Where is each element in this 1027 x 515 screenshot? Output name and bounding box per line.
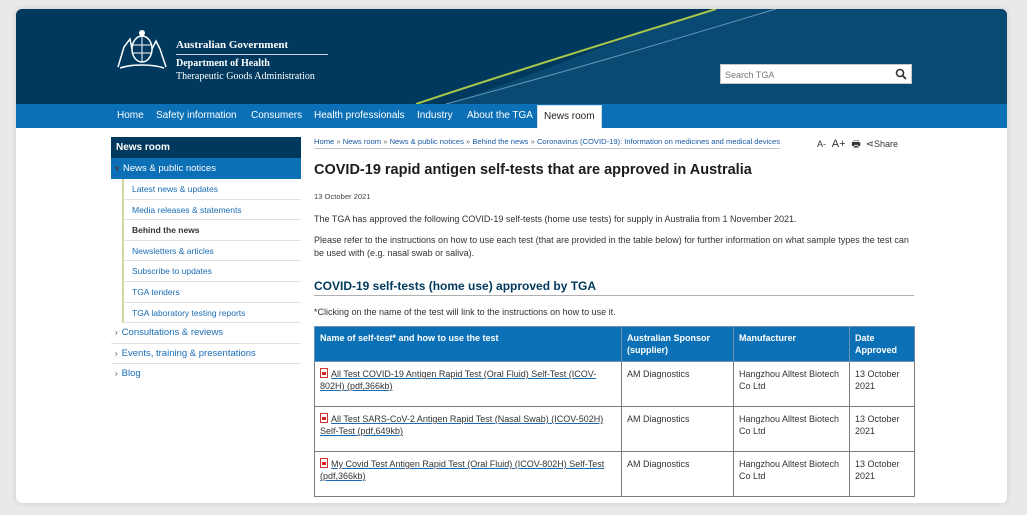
column-header-date: Date Approved	[849, 326, 915, 362]
instructions-paragraph: Please refer to the instructions on how …	[314, 235, 909, 258]
sidebar-subitem-tga-tenders[interactable]: TGA tenders	[122, 281, 301, 303]
breadcrumb: Home » News room » News & public notices…	[314, 137, 781, 149]
pdf-icon	[320, 458, 328, 468]
test-name-cell: My Covid Test Antigen Rapid Test (Oral F…	[314, 451, 622, 497]
decrease-text-button[interactable]: A-	[817, 139, 826, 149]
manufacturer-cell: Hangzhou Alltest Biotech Co Ltd	[733, 451, 850, 497]
sidebar-item-news-public-notices[interactable]: ▾ News & public notices	[111, 158, 301, 179]
search-input[interactable]	[721, 66, 886, 84]
click-note: *Clicking on the name of the test will l…	[314, 307, 616, 317]
date-cell: 13 October 2021	[849, 451, 915, 497]
share-icon[interactable]: ⋖	[866, 139, 874, 150]
sidebar-subitem-media-releases[interactable]: Media releases & statements	[122, 199, 301, 221]
test-instructions-link[interactable]: My Covid Test Antigen Rapid Test (Oral F…	[320, 459, 604, 481]
date-cell: 13 October 2021	[849, 406, 915, 452]
column-header-name: Name of self-test* and how to use the te…	[314, 326, 622, 362]
sponsor-cell: AM Diagnostics	[621, 451, 734, 497]
sidebar-item-events[interactable]: › Events, training & presentations	[111, 344, 301, 365]
chevron-right-icon: ›	[115, 348, 118, 358]
sidebar-subitem-newsletters[interactable]: Newsletters & articles	[122, 240, 301, 262]
nav-safety-information[interactable]: Safety information	[156, 104, 237, 128]
table-header-row: Name of self-test* and how to use the te…	[314, 326, 915, 362]
sidebar-subitem-lab-testing-reports[interactable]: TGA laboratory testing reports	[122, 302, 301, 324]
sidebar-subitem-latest-news[interactable]: Latest news & updates	[122, 179, 301, 200]
header-divider	[176, 54, 328, 55]
gov-title: Australian Government	[176, 39, 289, 51]
site-header: Australian Government Department of Heal…	[16, 9, 1007, 104]
manufacturer-cell: Hangzhou Alltest Biotech Co Ltd	[733, 406, 850, 452]
coat-of-arms-icon	[117, 30, 167, 69]
print-icon[interactable]: 🖶	[851, 139, 860, 150]
breadcrumb-coronavirus[interactable]: Coronavirus (COVID-19): Information on m…	[537, 137, 780, 146]
search-box[interactable]	[720, 64, 912, 84]
pdf-icon	[320, 368, 328, 378]
sidebar-title: News room	[111, 137, 301, 158]
breadcrumb-news-room[interactable]: News room	[343, 137, 381, 146]
sidebar-item-consultations[interactable]: › Consultations & reviews	[111, 323, 301, 344]
column-header-manufacturer: Manufacturer	[733, 326, 850, 362]
agency-name: Therapeutic Goods Administration	[176, 71, 315, 82]
main-nav: Home Safety information Consumers Health…	[16, 104, 1007, 128]
self-tests-table: Name of self-test* and how to use the te…	[314, 326, 915, 497]
sidebar-item-label: Events, training & presentations	[121, 347, 256, 359]
sidebar: News room ▾ News & public notices Latest …	[111, 137, 301, 385]
sidebar-item-label: News & public notices	[123, 163, 216, 174]
test-instructions-link[interactable]: All Test COVID-19 Antigen Rapid Test (Or…	[320, 369, 596, 391]
chevron-right-icon: ›	[115, 328, 118, 338]
intro-paragraph: The TGA has approved the following COVID…	[314, 214, 797, 224]
sidebar-subitem-subscribe[interactable]: Subscribe to updates	[122, 261, 301, 282]
column-header-sponsor: Australian Sponsor (supplier)	[621, 326, 734, 362]
search-icon[interactable]	[895, 68, 907, 80]
page-tools: A- A+ 🖶 ⋖Share	[817, 137, 898, 154]
chevron-down-icon: ▾	[115, 164, 120, 173]
section-title: COVID-19 self-tests (home use) approved …	[314, 279, 914, 296]
share-button[interactable]: Share	[874, 139, 898, 149]
manufacturer-cell: Hangzhou Alltest Biotech Co Ltd	[733, 361, 850, 407]
sidebar-item-blog[interactable]: › Blog	[111, 364, 301, 385]
nav-industry[interactable]: Industry	[417, 104, 453, 128]
nav-home[interactable]: Home	[117, 104, 144, 128]
publish-date: 13 October 2021	[314, 192, 371, 201]
nav-news-room[interactable]: News room	[537, 105, 602, 128]
table-row: All Test SARS-CoV-2 Antigen Rapid Test (…	[314, 406, 915, 452]
breadcrumb-news-public-notices[interactable]: News & public notices	[390, 137, 464, 146]
chevron-right-icon: ›	[115, 369, 118, 379]
date-cell: 13 October 2021	[849, 361, 915, 407]
browser-page: Australian Government Department of Heal…	[16, 9, 1007, 503]
sponsor-cell: AM Diagnostics	[621, 361, 734, 407]
nav-health-professionals[interactable]: Health professionals	[314, 104, 405, 128]
breadcrumb-behind-the-news[interactable]: Behind the news	[472, 137, 528, 146]
sidebar-subitem-behind-the-news[interactable]: Behind the news	[122, 220, 301, 241]
nav-consumers[interactable]: Consumers	[251, 104, 302, 128]
increase-text-button[interactable]: A+	[832, 138, 846, 150]
table-row: All Test COVID-19 Antigen Rapid Test (Or…	[314, 361, 915, 407]
breadcrumb-home[interactable]: Home	[314, 137, 334, 146]
test-name-cell: All Test COVID-19 Antigen Rapid Test (Or…	[314, 361, 622, 407]
sidebar-item-label: Blog	[121, 368, 141, 380]
nav-about-the-tga[interactable]: About the TGA	[467, 104, 533, 128]
test-name-cell: All Test SARS-CoV-2 Antigen Rapid Test (…	[314, 406, 622, 452]
pdf-icon	[320, 413, 328, 423]
test-instructions-link[interactable]: All Test SARS-CoV-2 Antigen Rapid Test (…	[320, 414, 603, 436]
page-title: COVID-19 rapid antigen self-tests that a…	[314, 162, 752, 178]
sponsor-cell: AM Diagnostics	[621, 406, 734, 452]
table-row: My Covid Test Antigen Rapid Test (Oral F…	[314, 451, 915, 497]
department-name: Department of Health	[176, 58, 270, 69]
sidebar-item-label: Consultations & reviews	[121, 327, 224, 339]
